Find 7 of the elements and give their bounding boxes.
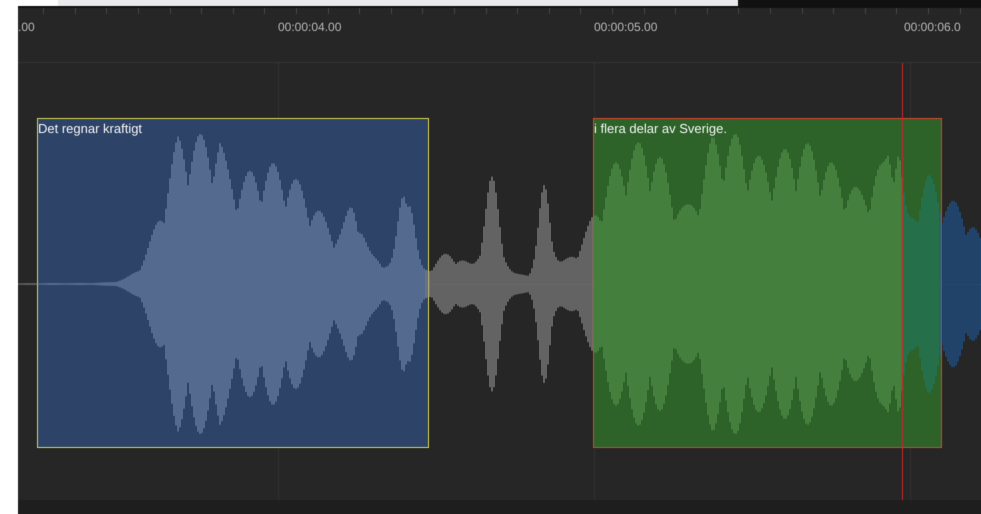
timecode-label: .00 <box>18 20 35 34</box>
subtitle-text: i flera delar av Sverige. <box>594 121 727 136</box>
timecode-label: 00:00:05.00 <box>594 20 658 34</box>
timecode-label: 00:00:04.00 <box>278 20 342 34</box>
time-ruler[interactable]: .00 00:00:04.00 00:00:05.00 00:00:06.0 <box>18 8 981 63</box>
timecode-label: 00:00:06.0 <box>904 20 961 34</box>
subtitle-text: Det regnar kraftigt <box>38 121 142 136</box>
